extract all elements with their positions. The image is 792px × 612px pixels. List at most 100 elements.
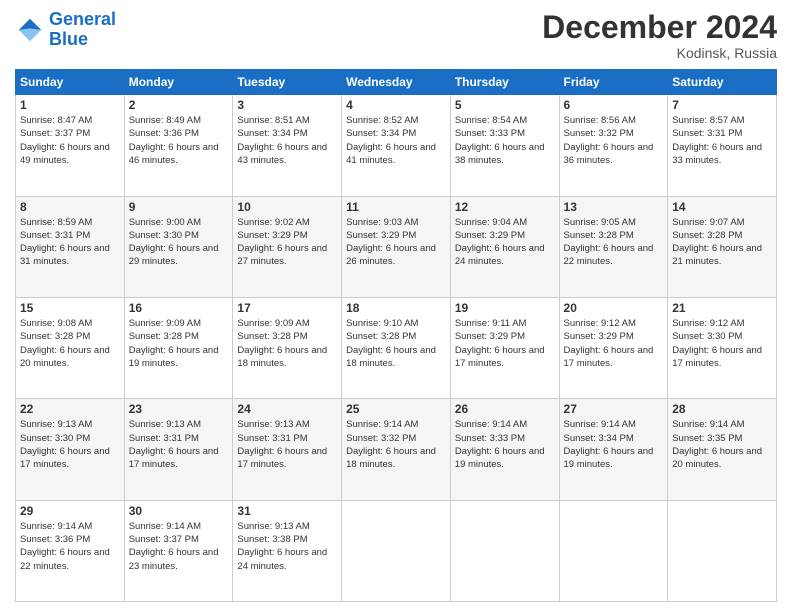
day-number: 2	[129, 98, 229, 112]
day-detail: Sunrise: 9:14 AMSunset: 3:35 PMDaylight:…	[672, 418, 772, 471]
table-row: 2 Sunrise: 8:49 AMSunset: 3:36 PMDaylight…	[124, 95, 233, 196]
day-detail: Sunrise: 9:13 AMSunset: 3:38 PMDaylight:…	[237, 520, 337, 573]
table-row: 11Sunrise: 9:03 AMSunset: 3:29 PMDayligh…	[342, 196, 451, 297]
table-row: 27 Sunrise: 9:14 AMSunset: 3:34 PMDayligh…	[559, 399, 668, 500]
table-row: 23Sunrise: 9:13 AMSunset: 3:31 PMDayligh…	[124, 399, 233, 500]
table-row: 7 Sunrise: 8:57 AMSunset: 3:31 PMDaylight…	[668, 95, 777, 196]
day-number: 17	[237, 301, 337, 315]
calendar-week-row: 22 Sunrise: 9:13 AMSunset: 3:30 PMDayligh…	[16, 399, 777, 500]
day-detail: Sunrise: 8:51 AMSunset: 3:34 PMDaylight:…	[237, 114, 337, 167]
calendar-table: Sunday Monday Tuesday Wednesday Thursday…	[15, 69, 777, 602]
col-tuesday: Tuesday	[233, 70, 342, 95]
table-row: 8 Sunrise: 8:59 AMSunset: 3:31 PMDaylight…	[16, 196, 125, 297]
day-detail: Sunrise: 9:08 AMSunset: 3:28 PMDaylight:…	[20, 317, 120, 370]
logo-text: General Blue	[49, 10, 116, 50]
day-number: 20	[564, 301, 664, 315]
day-detail: Sunrise: 9:13 AMSunset: 3:31 PMDaylight:…	[237, 418, 337, 471]
table-row: 15 Sunrise: 9:08 AMSunset: 3:28 PMDayligh…	[16, 297, 125, 398]
day-detail: Sunrise: 8:52 AMSunset: 3:34 PMDaylight:…	[346, 114, 446, 167]
table-row: 22 Sunrise: 9:13 AMSunset: 3:30 PMDayligh…	[16, 399, 125, 500]
table-row: 21 Sunrise: 9:12 AMSunset: 3:30 PMDayligh…	[668, 297, 777, 398]
day-number: 1	[20, 98, 120, 112]
day-detail: Sunrise: 9:14 AMSunset: 3:32 PMDaylight:…	[346, 418, 446, 471]
day-number: 12	[455, 200, 555, 214]
table-row: 24 Sunrise: 9:13 AMSunset: 3:31 PMDayligh…	[233, 399, 342, 500]
day-detail: Sunrise: 9:14 AMSunset: 3:37 PMDaylight:…	[129, 520, 229, 573]
day-detail: Sunrise: 9:11 AMSunset: 3:29 PMDaylight:…	[455, 317, 555, 370]
day-detail: Sunrise: 8:49 AMSunset: 3:36 PMDaylight:…	[129, 114, 229, 167]
col-sunday: Sunday	[16, 70, 125, 95]
day-number: 16	[129, 301, 229, 315]
day-number: 29	[20, 504, 120, 518]
table-row: 9 Sunrise: 9:00 AMSunset: 3:30 PMDaylight…	[124, 196, 233, 297]
calendar-week-row: 29 Sunrise: 9:14 AMSunset: 3:36 PMDayligh…	[16, 500, 777, 601]
day-number: 7	[672, 98, 772, 112]
day-number: 19	[455, 301, 555, 315]
day-number: 13	[564, 200, 664, 214]
table-row	[450, 500, 559, 601]
day-number: 22	[20, 402, 120, 416]
day-number: 8	[20, 200, 120, 214]
day-detail: Sunrise: 8:47 AMSunset: 3:37 PMDaylight:…	[20, 114, 120, 167]
col-saturday: Saturday	[668, 70, 777, 95]
table-row: 20Sunrise: 9:12 AMSunset: 3:29 PMDayligh…	[559, 297, 668, 398]
day-detail: Sunrise: 9:13 AMSunset: 3:30 PMDaylight:…	[20, 418, 120, 471]
day-number: 30	[129, 504, 229, 518]
day-detail: Sunrise: 9:02 AMSunset: 3:29 PMDaylight:…	[237, 216, 337, 269]
table-row	[342, 500, 451, 601]
col-thursday: Thursday	[450, 70, 559, 95]
logo-icon	[15, 15, 45, 45]
table-row: 17 Sunrise: 9:09 AMSunset: 3:28 PMDayligh…	[233, 297, 342, 398]
day-detail: Sunrise: 9:04 AMSunset: 3:29 PMDaylight:…	[455, 216, 555, 269]
day-number: 15	[20, 301, 120, 315]
col-monday: Monday	[124, 70, 233, 95]
day-number: 4	[346, 98, 446, 112]
day-detail: Sunrise: 9:12 AMSunset: 3:30 PMDaylight:…	[672, 317, 772, 370]
day-number: 21	[672, 301, 772, 315]
day-detail: Sunrise: 9:14 AMSunset: 3:36 PMDaylight:…	[20, 520, 120, 573]
calendar-week-row: 1 Sunrise: 8:47 AMSunset: 3:37 PMDaylight…	[16, 95, 777, 196]
day-number: 6	[564, 98, 664, 112]
day-detail: Sunrise: 9:07 AMSunset: 3:28 PMDaylight:…	[672, 216, 772, 269]
day-number: 23	[129, 402, 229, 416]
table-row: 4 Sunrise: 8:52 AMSunset: 3:34 PMDaylight…	[342, 95, 451, 196]
day-detail: Sunrise: 9:00 AMSunset: 3:30 PMDaylight:…	[129, 216, 229, 269]
day-number: 27	[564, 402, 664, 416]
table-row	[668, 500, 777, 601]
page: General Blue December 2024 Kodinsk, Russ…	[0, 0, 792, 612]
title-block: December 2024 Kodinsk, Russia	[542, 10, 777, 61]
day-detail: Sunrise: 9:05 AMSunset: 3:28 PMDaylight:…	[564, 216, 664, 269]
table-row: 6 Sunrise: 8:56 AMSunset: 3:32 PMDaylight…	[559, 95, 668, 196]
day-number: 28	[672, 402, 772, 416]
col-wednesday: Wednesday	[342, 70, 451, 95]
calendar-header-row: Sunday Monday Tuesday Wednesday Thursday…	[16, 70, 777, 95]
table-row: 14Sunrise: 9:07 AMSunset: 3:28 PMDayligh…	[668, 196, 777, 297]
day-number: 3	[237, 98, 337, 112]
day-detail: Sunrise: 9:14 AMSunset: 3:34 PMDaylight:…	[564, 418, 664, 471]
day-number: 24	[237, 402, 337, 416]
day-detail: Sunrise: 9:09 AMSunset: 3:28 PMDaylight:…	[237, 317, 337, 370]
day-number: 9	[129, 200, 229, 214]
logo: General Blue	[15, 10, 116, 50]
day-detail: Sunrise: 8:57 AMSunset: 3:31 PMDaylight:…	[672, 114, 772, 167]
day-number: 10	[237, 200, 337, 214]
table-row: 26Sunrise: 9:14 AMSunset: 3:33 PMDayligh…	[450, 399, 559, 500]
table-row	[559, 500, 668, 601]
day-detail: Sunrise: 8:54 AMSunset: 3:33 PMDaylight:…	[455, 114, 555, 167]
table-row: 28 Sunrise: 9:14 AMSunset: 3:35 PMDayligh…	[668, 399, 777, 500]
table-row: 12 Sunrise: 9:04 AMSunset: 3:29 PMDayligh…	[450, 196, 559, 297]
table-row: 1 Sunrise: 8:47 AMSunset: 3:37 PMDaylight…	[16, 95, 125, 196]
day-number: 31	[237, 504, 337, 518]
table-row: 13 Sunrise: 9:05 AMSunset: 3:28 PMDayligh…	[559, 196, 668, 297]
table-row: 19 Sunrise: 9:11 AMSunset: 3:29 PMDayligh…	[450, 297, 559, 398]
table-row: 5Sunrise: 8:54 AMSunset: 3:33 PMDaylight…	[450, 95, 559, 196]
day-number: 25	[346, 402, 446, 416]
day-number: 18	[346, 301, 446, 315]
day-number: 26	[455, 402, 555, 416]
table-row: 25 Sunrise: 9:14 AMSunset: 3:32 PMDayligh…	[342, 399, 451, 500]
day-detail: Sunrise: 8:56 AMSunset: 3:32 PMDaylight:…	[564, 114, 664, 167]
day-detail: Sunrise: 8:59 AMSunset: 3:31 PMDaylight:…	[20, 216, 120, 269]
table-row: 18Sunrise: 9:10 AMSunset: 3:28 PMDayligh…	[342, 297, 451, 398]
day-detail: Sunrise: 9:03 AMSunset: 3:29 PMDaylight:…	[346, 216, 446, 269]
table-row: 3 Sunrise: 8:51 AMSunset: 3:34 PMDaylight…	[233, 95, 342, 196]
